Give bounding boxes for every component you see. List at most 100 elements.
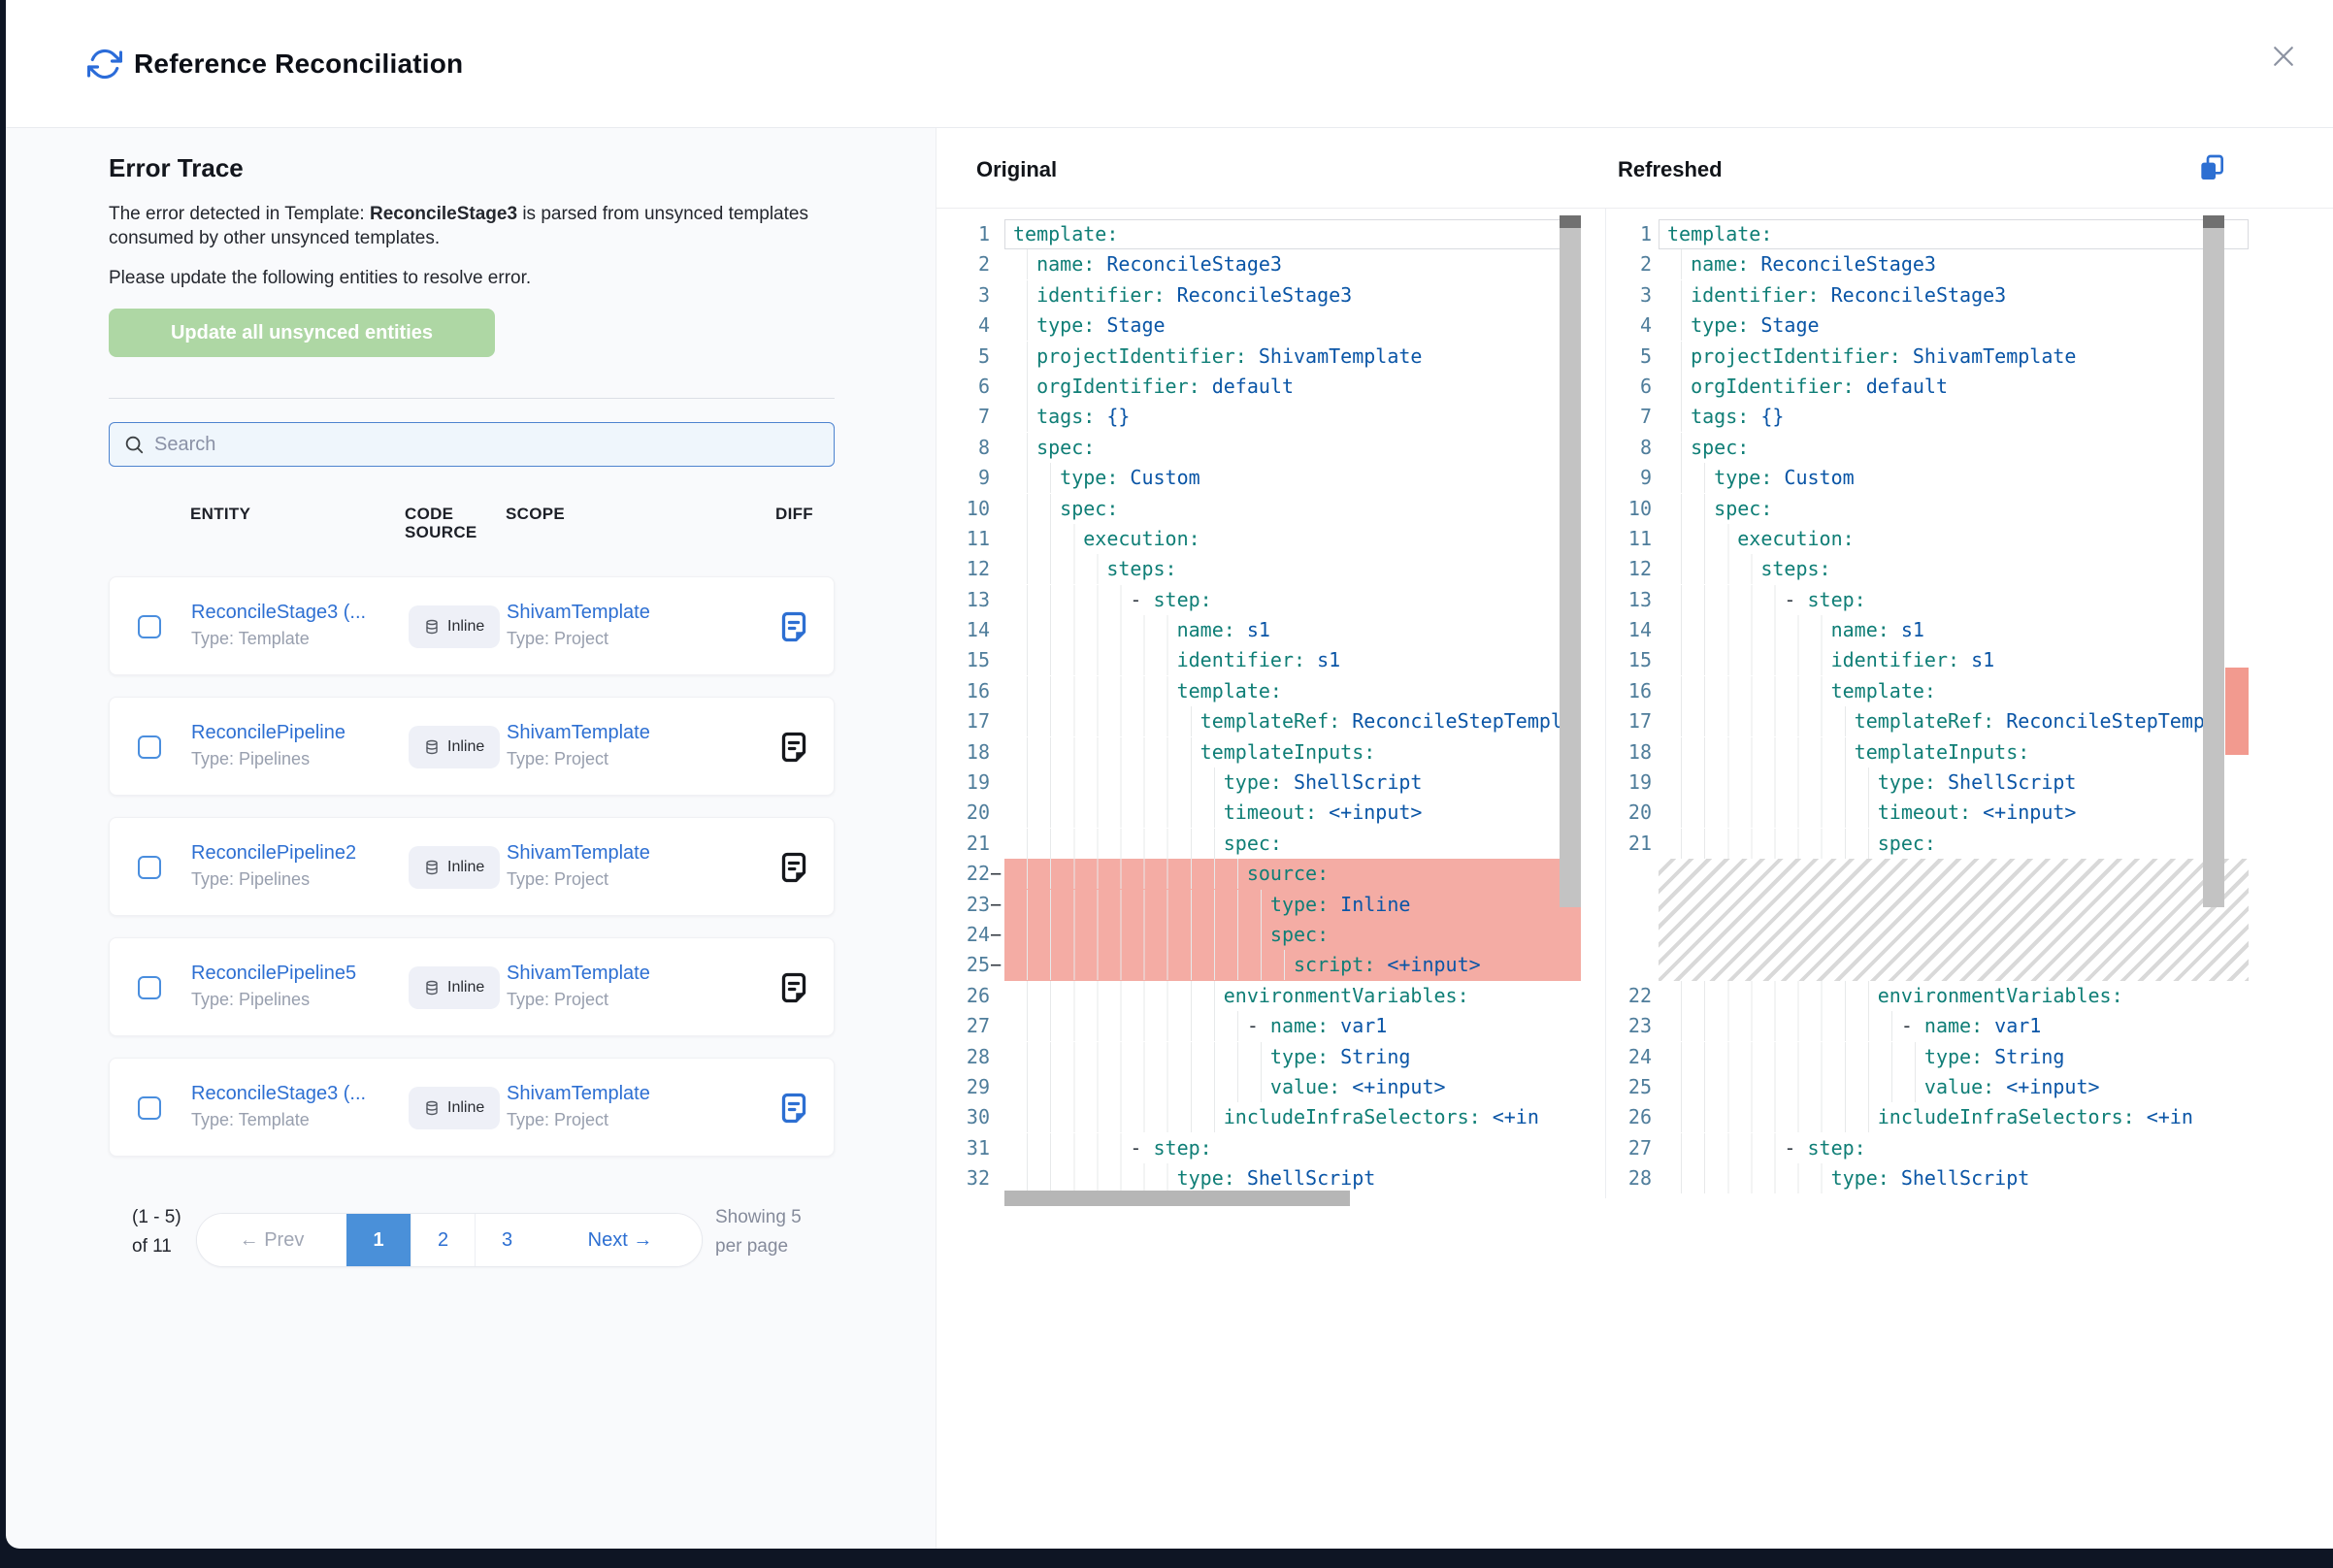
scope-link[interactable]: ShivamTemplate	[507, 599, 650, 626]
table-row: ReconcileStage3 (... Type: Template Inli…	[109, 1058, 835, 1157]
row-checkbox[interactable]	[138, 735, 161, 759]
entity-link[interactable]: ReconcileStage3 (...	[191, 599, 366, 626]
database-icon	[424, 739, 440, 755]
code-line: 19 type: ShellScript	[1608, 768, 2249, 798]
code-source-badge: Inline	[409, 966, 500, 1009]
next-page-button[interactable]: Next →	[539, 1214, 702, 1266]
code-line: 20 timeout: <+input>	[1608, 798, 2249, 828]
code-line: 14 name: s1	[1608, 615, 2249, 645]
diff-icon[interactable]	[776, 970, 811, 1005]
entity-type: Type: Pipelines	[191, 866, 356, 892]
column-entity: ENTITY	[190, 505, 250, 523]
scope-type: Type: Project	[507, 866, 650, 892]
code-line: 8 spec:	[936, 433, 1581, 463]
code-line: 11 execution:	[936, 524, 1581, 554]
scope-link[interactable]: ShivamTemplate	[507, 1080, 650, 1107]
code-line: 9 type: Custom	[1608, 463, 2249, 493]
entity-type: Type: Template	[191, 1107, 366, 1132]
entity-link[interactable]: ReconcilePipeline5	[191, 960, 356, 987]
row-checkbox[interactable]	[138, 976, 161, 999]
copy-icon[interactable]	[2194, 151, 2229, 186]
refreshed-vertical-scrollbar[interactable]	[2203, 215, 2224, 907]
code-line: 12 steps:	[1608, 554, 2249, 584]
code-line: 26 environmentVariables:	[936, 981, 1581, 1011]
code-line: 22− source:	[936, 859, 1581, 889]
row-checkbox[interactable]	[138, 615, 161, 638]
entity-rows: ReconcileStage3 (... Type: Template Inli…	[109, 576, 835, 1178]
update-all-button[interactable]: Update all unsynced entities	[109, 309, 495, 357]
code-line: 10 spec:	[936, 494, 1581, 524]
scope-link[interactable]: ShivamTemplate	[507, 839, 650, 866]
pagination: (1 - 5) of 11 ← Prev 123 Next → Showing …	[109, 1192, 835, 1318]
error-trace-panel: Error Trace The error detected in Templa…	[109, 128, 835, 1549]
diff-icon[interactable]	[776, 730, 811, 765]
code-line: 24− spec:	[936, 920, 1581, 950]
code-line: 16 template:	[936, 676, 1581, 706]
page-button-3[interactable]: 3	[475, 1214, 539, 1266]
entity-link[interactable]: ReconcileStage3 (...	[191, 1080, 366, 1107]
prev-page-button[interactable]: ← Prev	[197, 1214, 346, 1266]
code-line: 4 type: Stage	[936, 310, 1581, 341]
scope-type: Type: Project	[507, 1107, 650, 1132]
entity-link[interactable]: ReconcilePipeline2	[191, 839, 356, 866]
diff-icon[interactable]	[776, 850, 811, 885]
reference-reconciliation-dialog: Reference Reconciliation Error Trace The…	[6, 0, 2333, 1549]
code-line: 11 execution:	[1608, 524, 2249, 554]
diff-icon[interactable]	[776, 609, 811, 644]
database-icon	[424, 619, 440, 635]
code-source-badge: Inline	[409, 1087, 500, 1129]
code-line: 25− script: <+input>	[936, 950, 1581, 980]
error-template-name: ReconcileStage3	[370, 204, 517, 224]
page-button-2[interactable]: 2	[411, 1214, 475, 1266]
code-line: 31 - step:	[936, 1133, 1581, 1163]
scope-type: Type: Project	[507, 746, 650, 771]
column-scope: SCOPE	[506, 505, 565, 523]
divider	[109, 398, 835, 399]
code-line: 27 - name: var1	[936, 1011, 1581, 1041]
search-box	[109, 422, 835, 467]
code-line: 27 - step:	[1608, 1133, 2249, 1163]
code-line: 1template:	[1608, 219, 2249, 249]
code-line: 24 type: String	[1608, 1042, 2249, 1072]
entity-type: Type: Pipelines	[191, 987, 356, 1012]
code-line: 2 name: ReconcileStage3	[1608, 249, 2249, 279]
row-checkbox[interactable]	[138, 856, 161, 879]
code-line: 20 timeout: <+input>	[936, 798, 1581, 828]
per-page-label: Showing 5 per page	[715, 1203, 812, 1261]
code-line: 16 template:	[1608, 676, 2249, 706]
code-line: 23 - name: var1	[1608, 1011, 2249, 1041]
page-button-1[interactable]: 1	[346, 1214, 411, 1266]
database-icon	[424, 860, 440, 875]
deleted-line-marker: −	[990, 859, 1004, 889]
diff-icon[interactable]	[776, 1091, 811, 1126]
diff-removed-gap	[1608, 859, 2249, 981]
code-line: 10 spec:	[1608, 494, 2249, 524]
dialog-header: Reference Reconciliation	[6, 0, 2333, 128]
code-line: 5 projectIdentifier: ShivamTemplate	[936, 342, 1581, 372]
table-header: ENTITY CODE SOURCE SCOPE DIFF	[109, 505, 835, 569]
scope-link[interactable]: ShivamTemplate	[507, 719, 650, 746]
entity-link[interactable]: ReconcilePipeline	[191, 719, 345, 746]
deleted-line-marker: −	[990, 920, 1004, 950]
close-icon[interactable]	[2267, 41, 2300, 74]
search-input[interactable]	[154, 434, 820, 456]
code-line: 14 name: s1	[936, 615, 1581, 645]
code-line: 8 spec:	[1608, 433, 2249, 463]
code-line: 25 value: <+input>	[1608, 1072, 2249, 1102]
code-line: 22 environmentVariables:	[1608, 981, 2249, 1011]
database-icon	[424, 980, 440, 996]
code-line: 30 includeInfraSelectors: <+in	[936, 1102, 1581, 1132]
dialog-title: Reference Reconciliation	[134, 49, 463, 80]
table-row: ReconcilePipeline2 Type: Pipelines Inlin…	[109, 817, 835, 916]
code-line: 12 steps:	[936, 554, 1581, 584]
scope-link[interactable]: ShivamTemplate	[507, 960, 650, 987]
entity-type: Type: Pipelines	[191, 746, 345, 771]
error-description: The error detected in Template: Reconcil…	[109, 202, 835, 250]
column-diff: DIFF	[775, 505, 813, 523]
original-horizontal-scrollbar[interactable]	[1004, 1191, 1350, 1206]
original-code-pane: 1template:2 name: ReconcileStage33 ident…	[936, 219, 1581, 1199]
row-checkbox[interactable]	[138, 1096, 161, 1120]
code-line: 2 name: ReconcileStage3	[936, 249, 1581, 279]
original-vertical-scrollbar[interactable]	[1560, 215, 1581, 907]
deleted-region-marker	[2225, 668, 2249, 755]
